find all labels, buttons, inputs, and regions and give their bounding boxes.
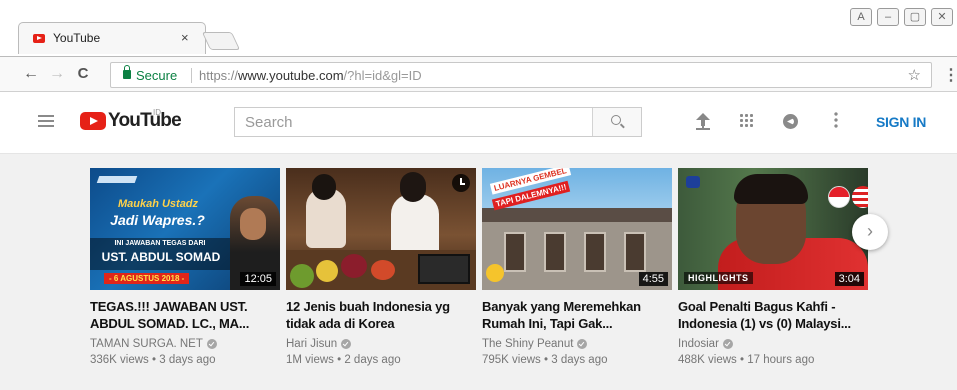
thumbnail-hair (312, 174, 336, 200)
thumbnail-hair (400, 172, 426, 202)
omnibox-divider (191, 68, 192, 83)
malaysia-flag-icon (852, 186, 868, 208)
shelf-next-arrow-icon[interactable]: › (852, 214, 888, 250)
highlights-badge: HIGHLIGHTS (684, 272, 753, 284)
lock-icon (123, 65, 131, 79)
url-host: www.youtube.com (238, 68, 344, 83)
tab-title: YouTube (53, 31, 101, 45)
thumbnail-window (544, 232, 566, 272)
channel-logo (96, 176, 138, 183)
thumbnail-hair (734, 174, 808, 204)
url-text: https://www.youtube.com/?hl=id&gl=ID (199, 68, 422, 83)
channel-line: Hari Jisun (286, 338, 476, 350)
profile-button[interactable]: A (850, 8, 872, 26)
video-meta: 1M views • 2 days ago (286, 354, 401, 366)
channel-line: The Shiny Peanut (482, 338, 672, 350)
video-card[interactable]: HIGHLIGHTS 3:04 Goal Penalti Bagus Kahfi… (678, 168, 868, 366)
thumbnail-fruit (290, 264, 314, 288)
video-shelf: Maukah Ustadz Jadi Wapres.? INI JAWABAN … (0, 154, 957, 390)
back-button[interactable]: ← (22, 65, 40, 83)
thumbnail-fruit (341, 254, 367, 278)
url-path: /?hl=id&gl=ID (343, 68, 422, 83)
channel-name[interactable]: Indosiar (678, 338, 719, 350)
upload-icon[interactable] (696, 113, 710, 131)
channel-line: Indosiar (678, 338, 868, 350)
thumbnail-text: Jadi Wapres.? (110, 212, 205, 228)
search-button[interactable] (592, 108, 641, 136)
video-thumbnail[interactable]: LUARNYA GEMBEL TAPI DALEMNYA!!! 4:55 (482, 168, 672, 290)
sign-in-button[interactable]: SIGN IN (876, 114, 926, 130)
youtube-masthead: YouTube ID SIGN IN (0, 92, 957, 154)
messages-icon[interactable] (783, 114, 798, 129)
verified-icon (341, 339, 352, 349)
video-card[interactable]: Maukah Ustadz Jadi Wapres.? INI JAWABAN … (90, 168, 280, 366)
video-thumbnail[interactable]: Maukah Ustadz Jadi Wapres.? INI JAWABAN … (90, 168, 280, 290)
secure-label: Secure (136, 68, 178, 83)
video-title[interactable]: TEGAS.!!! JAWABAN UST. ABDUL SOMAD. LC.,… (90, 298, 280, 332)
thumbnail-date: - 6 AGUSTUS 2018 - (104, 273, 190, 284)
browser-titlebar: YouTube × A – ▢ ✕ (0, 0, 957, 56)
search-icon (611, 115, 621, 125)
channel-logo (686, 176, 700, 188)
hamburger-menu-icon[interactable] (38, 115, 54, 127)
video-title[interactable]: Banyak yang Meremehkan Rumah Ini, Tapi G… (482, 298, 672, 332)
thumbnail-screen (418, 254, 470, 284)
minimize-button[interactable]: – (877, 8, 899, 26)
channel-name[interactable]: Hari Jisun (286, 338, 337, 350)
search-input[interactable] (235, 108, 592, 136)
thumbnail-text: UST. ABDUL SOMAD (101, 250, 221, 264)
thumbnail-text: Maukah Ustadz (117, 198, 199, 210)
video-meta: 488K views • 17 hours ago (678, 354, 815, 366)
thumbnail-window (504, 232, 526, 272)
video-card[interactable]: 12 Jenis buah Indonesia yg tidak ada di … (286, 168, 476, 366)
video-duration: 4:55 (638, 272, 668, 286)
youtube-wordmark: YouTube (108, 110, 182, 131)
browser-toolbar: ← → C Secure https://www.youtube.com/?hl… (0, 56, 957, 92)
video-thumbnail[interactable]: HIGHLIGHTS 3:04 (678, 168, 868, 290)
new-tab-button[interactable] (201, 32, 241, 50)
indonesia-flag-icon (828, 186, 850, 208)
maximize-button[interactable]: ▢ (904, 8, 926, 26)
reload-button[interactable]: C (74, 65, 92, 82)
youtube-favicon-icon (33, 34, 45, 43)
country-code: ID (153, 108, 161, 117)
tab-close-icon[interactable]: × (181, 30, 189, 45)
video-title[interactable]: 12 Jenis buah Indonesia yg tidak ada di … (286, 298, 476, 332)
url-scheme: https:// (199, 68, 239, 83)
channel-name[interactable]: The Shiny Peanut (482, 338, 573, 350)
search-box (234, 107, 642, 137)
video-meta: 795K views • 3 days ago (482, 354, 608, 366)
video-card[interactable]: LUARNYA GEMBEL TAPI DALEMNYA!!! 4:55 Ban… (482, 168, 672, 366)
thumbnail-emoji (486, 264, 504, 282)
video-duration: 12:05 (240, 272, 276, 286)
verified-icon (577, 339, 588, 349)
verified-icon (206, 339, 217, 349)
video-title[interactable]: Goal Penalti Bagus Kahfi - Indonesia (1)… (678, 298, 868, 332)
video-duration: 3:04 (834, 272, 864, 286)
video-meta: 336K views • 3 days ago (90, 354, 216, 366)
thumbnail-window (624, 232, 646, 272)
video-thumbnail[interactable] (286, 168, 476, 290)
close-window-button[interactable]: ✕ (931, 8, 953, 26)
bookmark-star-icon[interactable]: ☆ (908, 66, 921, 84)
channel-line: TAMAN SURGA. NET (90, 338, 280, 350)
thumbnail-text: INI JAWABAN TEGAS DARI (114, 240, 206, 247)
browser-menu-icon[interactable]: ⋮ (943, 65, 957, 85)
channel-name[interactable]: TAMAN SURGA. NET (90, 338, 203, 350)
forward-button[interactable]: → (48, 65, 66, 83)
more-options-icon[interactable] (834, 111, 838, 129)
thumbnail-face (240, 208, 266, 240)
thumbnail-fruit (371, 260, 395, 280)
thumbnail-fruit (316, 260, 338, 282)
watch-later-icon[interactable] (452, 174, 470, 192)
address-bar[interactable]: Secure https://www.youtube.com/?hl=id&gl… (110, 62, 932, 88)
apps-grid-icon[interactable] (739, 113, 754, 128)
verified-icon (722, 339, 733, 349)
youtube-play-logo-icon (80, 112, 106, 130)
browser-tab-youtube[interactable]: YouTube × (18, 22, 206, 54)
thumbnail-window (584, 232, 606, 272)
